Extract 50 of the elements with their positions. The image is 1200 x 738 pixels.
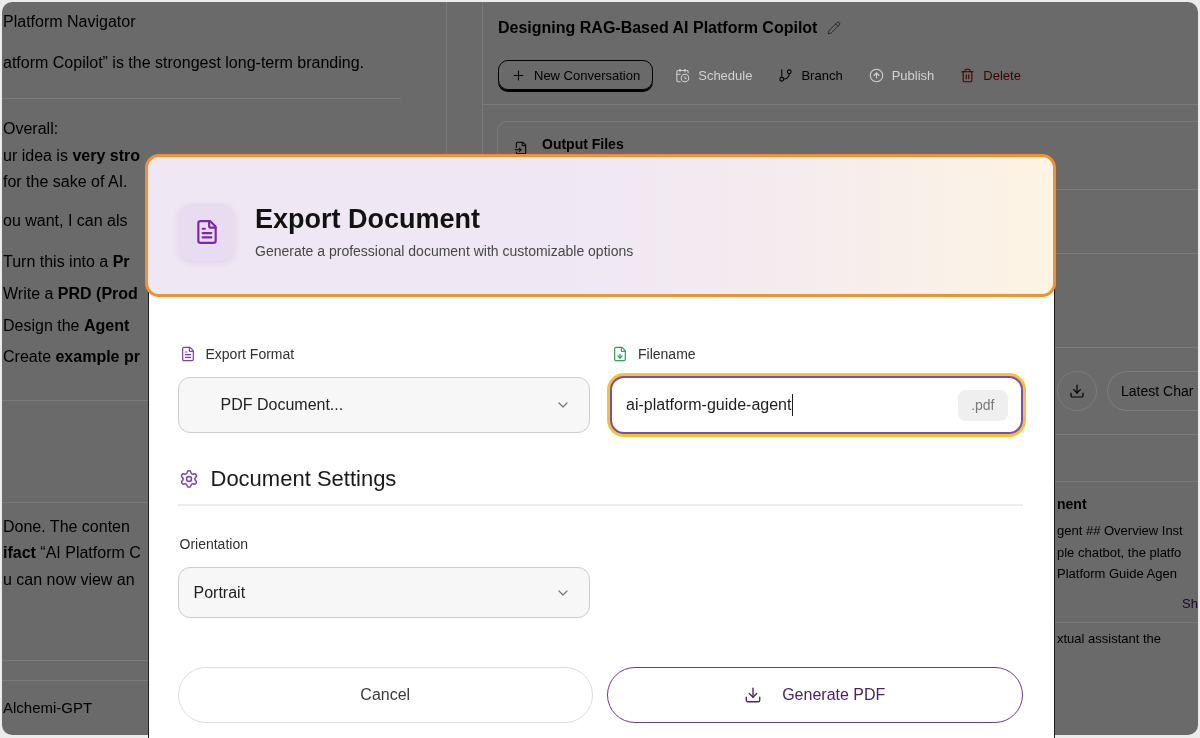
chat-text: for the sake of AI. [2, 172, 128, 193]
download-icon [744, 686, 763, 704]
list-item: Platform Navigator [2, 12, 136, 32]
chat-text: ifact “AI Platform C [2, 543, 141, 563]
arrow-up-circle-icon [868, 67, 884, 83]
document-preview-line: gent ## Overview Inst [1057, 522, 1183, 540]
show-more-link[interactable]: Sh [1182, 592, 1198, 614]
plus-icon [511, 67, 526, 83]
cancel-button[interactable]: Cancel [177, 667, 593, 723]
field-label: Export Format [205, 345, 295, 364]
toolbar-button[interactable]: Delete [956, 60, 1025, 90]
settings-icon [178, 469, 199, 489]
file-icon [514, 141, 528, 155]
chat-text: atform Copilot” is the strongest long-term branding. [2, 52, 365, 73]
file-extension-label: .pdf [958, 389, 1008, 421]
document-preview-line: Platform Guide Agen [1057, 565, 1177, 583]
chat-text: u can now view an [2, 569, 135, 590]
list-item: Write a PRD (Prod [2, 283, 138, 304]
orientation-select[interactable]: Portrait [177, 567, 590, 618]
generate-pdf-button[interactable]: Generate PDF [607, 667, 1023, 723]
document-preview-line: ple chatbot, the platfo [1057, 543, 1182, 562]
toolbar-button[interactable]: New Conversation [498, 60, 654, 90]
chat-text: Overall: [2, 119, 59, 140]
card-title: Output Files [542, 135, 624, 153]
document-title: nent [1057, 495, 1087, 514]
dialog-subtitle: Generate a professional document with customizable options [255, 242, 634, 261]
field-label: Orientation [179, 535, 248, 554]
chat-text: ur idea is very stro [2, 145, 140, 166]
filename-input[interactable]: ai-platform-guide-agent .pdf [610, 376, 1023, 434]
chat-text: Done. The conten [2, 516, 130, 537]
section-title: Document Settings [210, 465, 397, 493]
pencil-icon[interactable] [827, 21, 842, 35]
document-icon [179, 346, 196, 362]
format-select[interactable]: PDF Document... [177, 377, 590, 433]
toolbar-button[interactable]: Branch [774, 60, 847, 90]
list-item: Create example pr [2, 347, 140, 368]
dialog-title: Export Document [255, 203, 481, 235]
conversation-title: Designing RAG-Based AI Platform Copilot [498, 19, 818, 37]
trash-icon [960, 67, 976, 83]
list-item: Design the Agent [2, 315, 130, 336]
field-label: Filename [638, 345, 696, 364]
app-name: Alchemi-GPT [2, 698, 93, 718]
download-icon [1069, 383, 1085, 399]
document-preview-line: xtual assistant the [1057, 630, 1162, 648]
chat-text: ou want, I can als [2, 210, 128, 231]
file-download-icon [612, 346, 628, 362]
list-item: Turn this into a Pr [2, 252, 130, 273]
document-icon [178, 203, 235, 261]
calendar-clock-icon [675, 67, 691, 83]
branch-icon [778, 67, 794, 83]
